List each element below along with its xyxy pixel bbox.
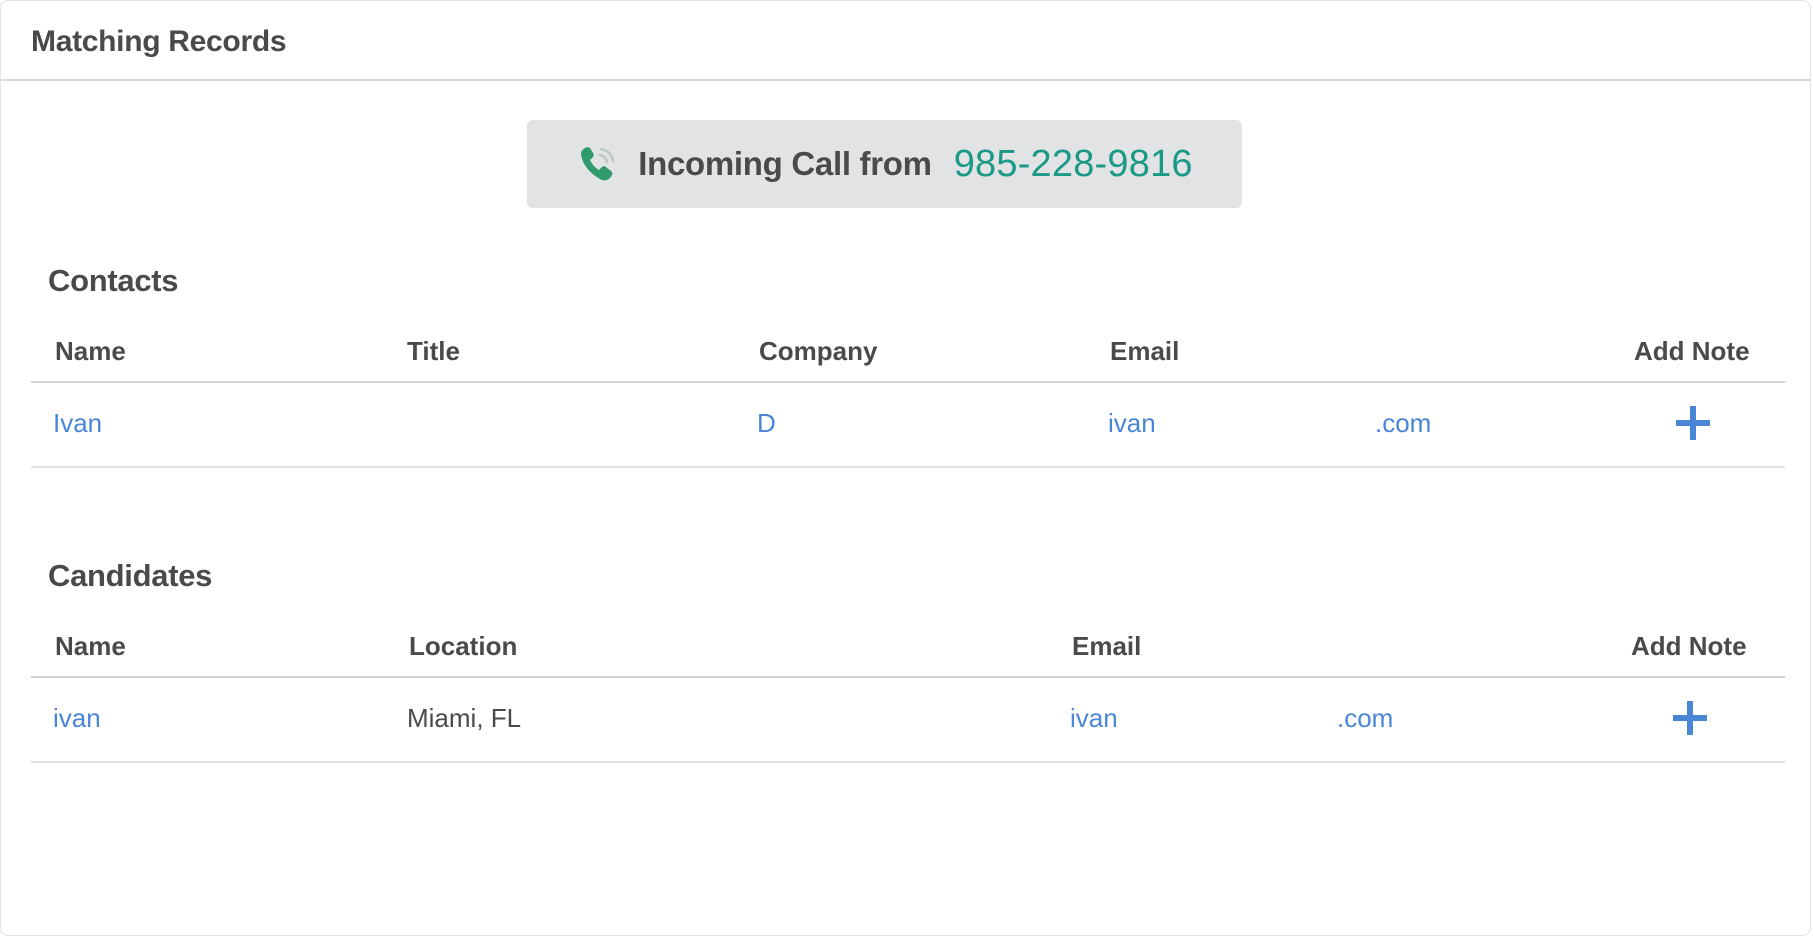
- plus-icon: [1676, 406, 1710, 440]
- column-header-name: Name: [55, 336, 126, 366]
- column-header-email: Email: [1110, 336, 1180, 366]
- phone-ringing-icon: [576, 142, 620, 186]
- contact-company-link[interactable]: D: [757, 408, 776, 439]
- column-header-email: Email: [1072, 631, 1142, 661]
- column-header-add-note: Add Note: [1634, 336, 1750, 366]
- matching-records-panel: Matching Records Incoming Call from 985-…: [0, 0, 1811, 936]
- call-label: Incoming Call from: [638, 145, 932, 182]
- candidates-table-header: Name Location Email Add Note: [31, 623, 1785, 678]
- add-note-button[interactable]: [1673, 403, 1713, 443]
- table-row: ivan Miami, FL ivan .com: [31, 678, 1785, 763]
- contacts-table: Name Title Company Email Add Note Ivan D…: [31, 328, 1785, 468]
- table-row: Ivan D ivan .com: [31, 383, 1785, 468]
- contacts-section-title: Contacts: [48, 263, 179, 298]
- candidates-section-title: Candidates: [48, 558, 213, 593]
- add-note-button[interactable]: [1670, 698, 1710, 738]
- column-header-title: Title: [407, 336, 460, 366]
- plus-icon: [1673, 701, 1707, 735]
- column-header-company: Company: [759, 336, 878, 366]
- contacts-table-header: Name Title Company Email Add Note: [31, 328, 1785, 383]
- contact-email-domain-link[interactable]: .com: [1375, 408, 1431, 439]
- column-header-name: Name: [55, 631, 126, 661]
- column-header-location: Location: [409, 631, 518, 661]
- candidate-location: Miami, FL: [407, 703, 522, 733]
- panel-header: Matching Records: [1, 1, 1810, 81]
- panel-title: Matching Records: [31, 25, 287, 58]
- candidates-table: Name Location Email Add Note ivan Miami,…: [31, 623, 1785, 763]
- incoming-call-banner: Incoming Call from 985-228-9816: [527, 120, 1242, 208]
- column-header-add-note: Add Note: [1631, 631, 1747, 661]
- caller-phone-number[interactable]: 985-228-9816: [954, 143, 1193, 186]
- candidate-email-domain-link[interactable]: .com: [1337, 703, 1393, 734]
- contact-email-user-link[interactable]: ivan: [1108, 408, 1156, 439]
- candidate-email-user-link[interactable]: ivan: [1070, 703, 1118, 734]
- contact-name-link[interactable]: Ivan: [53, 408, 102, 439]
- candidate-name-link[interactable]: ivan: [53, 703, 101, 734]
